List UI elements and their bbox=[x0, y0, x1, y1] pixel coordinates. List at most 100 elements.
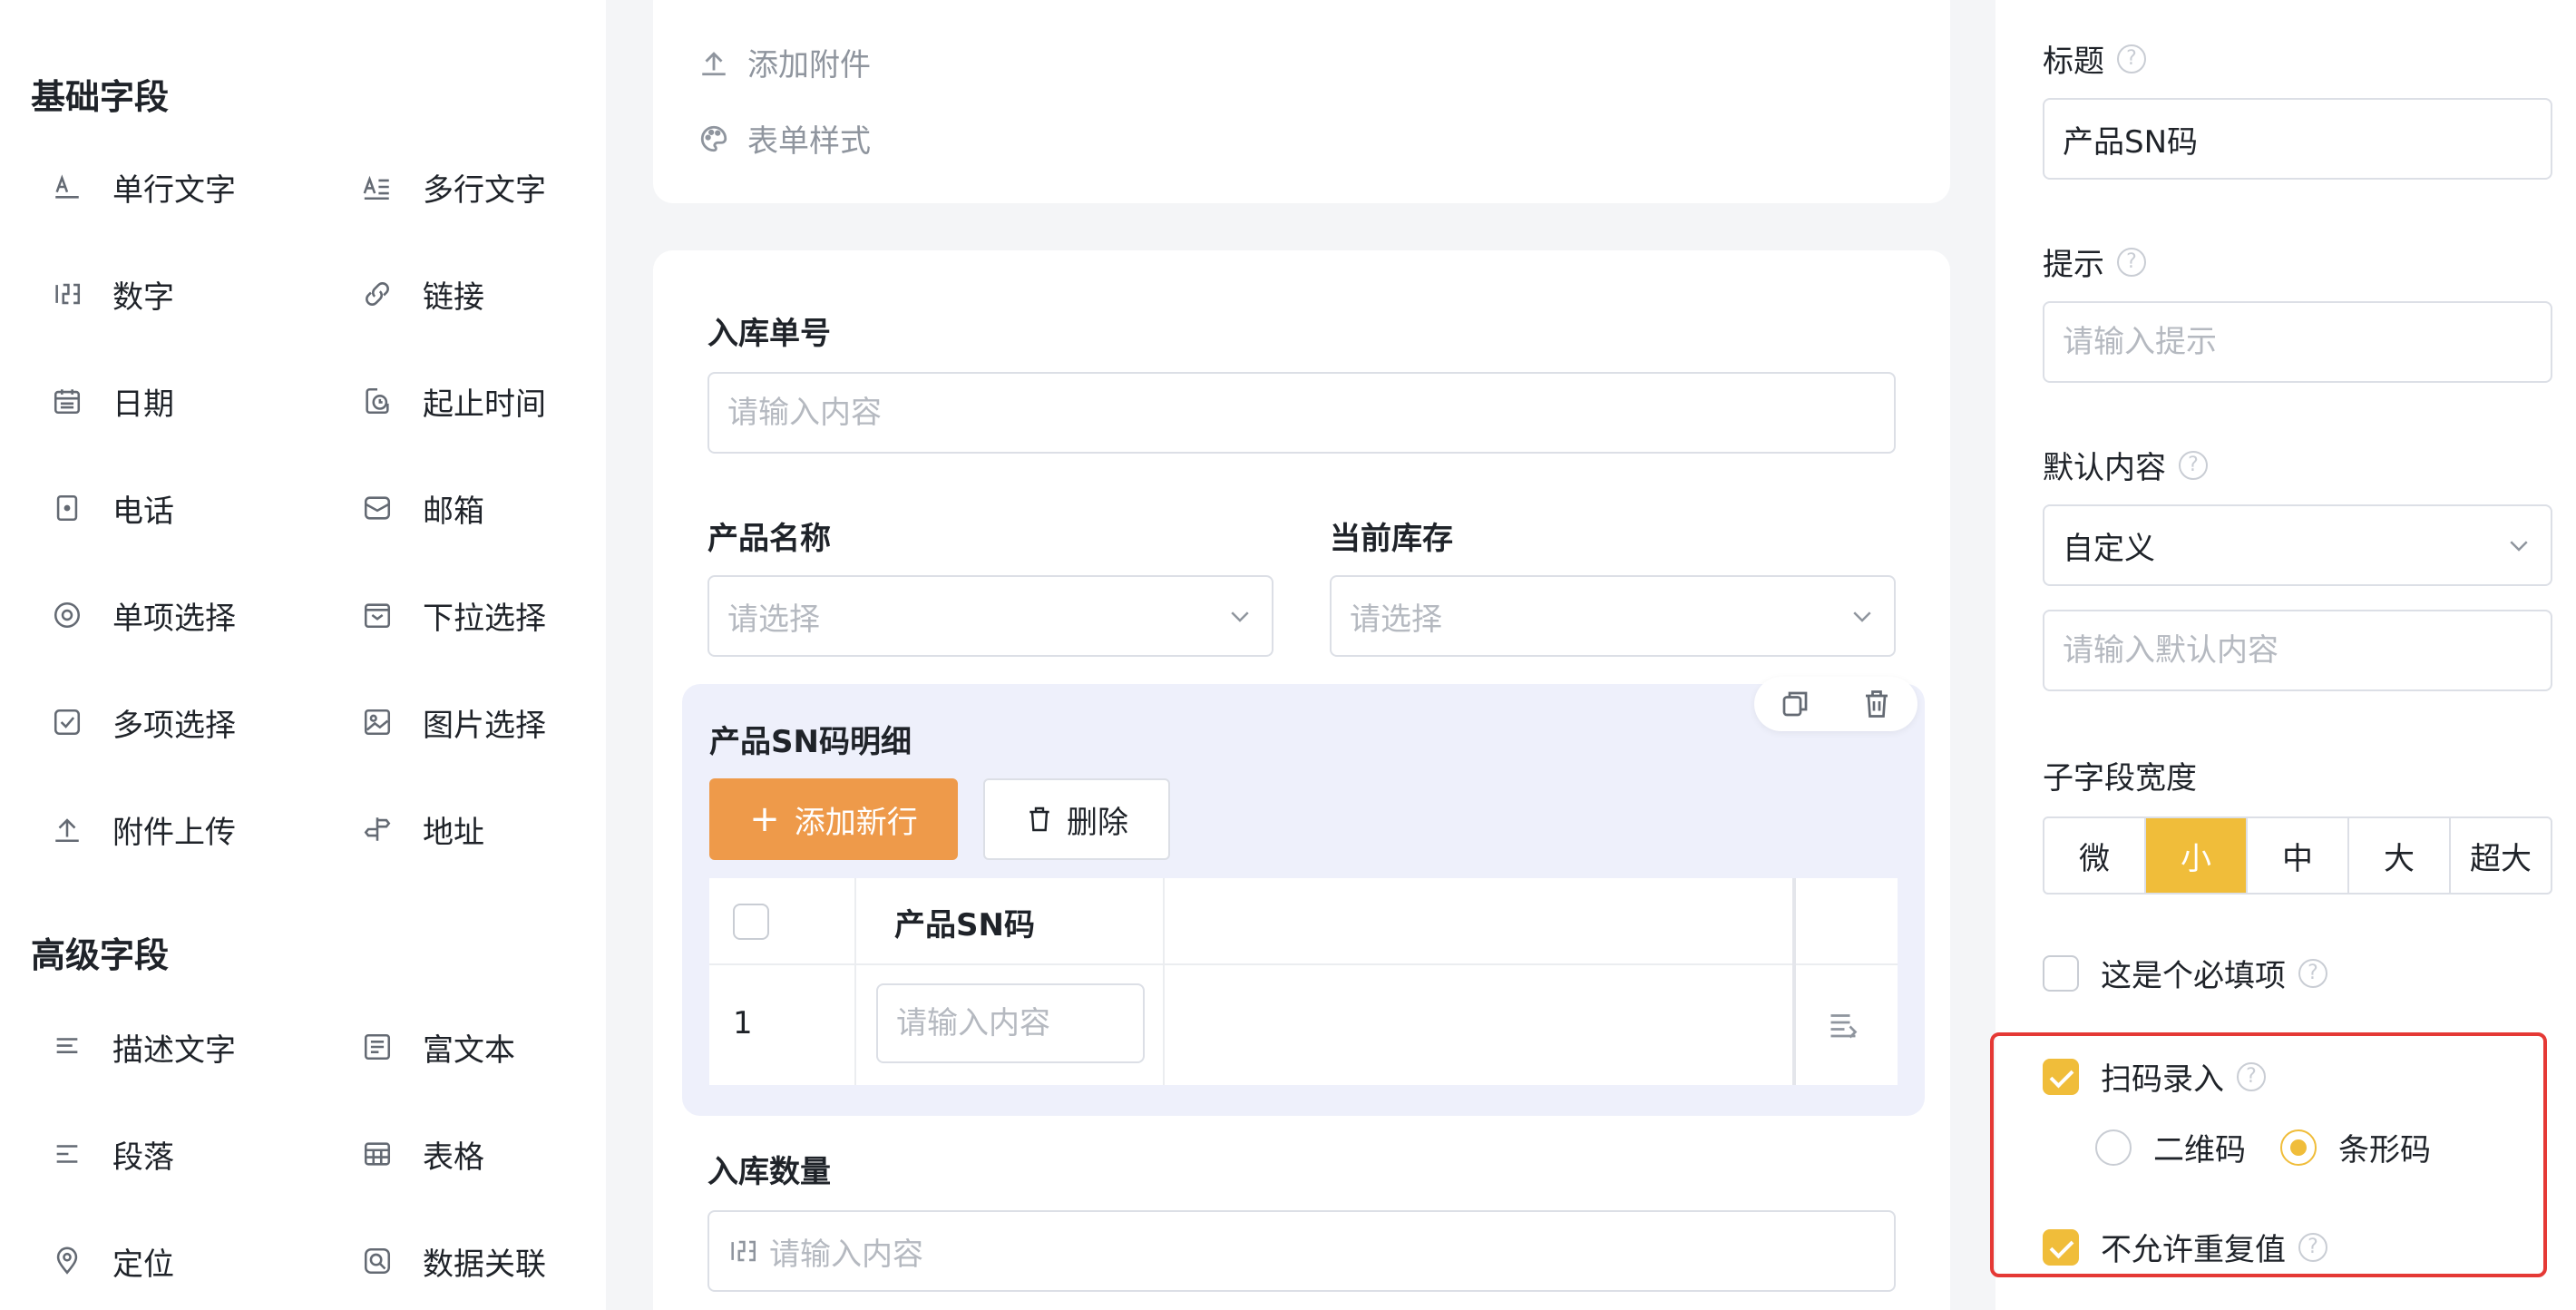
basic-fields-title: 基础字段 bbox=[31, 77, 170, 117]
field-label: 单项选择 bbox=[112, 600, 236, 637]
field-address[interactable]: 地址 bbox=[359, 802, 484, 856]
chevron-down-icon bbox=[1231, 611, 1249, 622]
select-all-checkbox[interactable] bbox=[733, 904, 769, 948]
barcode-label: 条形码 bbox=[2338, 1132, 2431, 1168]
field-single-line-text[interactable]: 单行文字 bbox=[49, 160, 236, 214]
field-label: 日期 bbox=[112, 386, 174, 423]
add-row-button[interactable]: + 添加新行 bbox=[709, 778, 958, 860]
help-icon[interactable]: ? bbox=[2298, 958, 2327, 988]
scan-type-barcode[interactable]: 条形码 bbox=[2280, 1125, 2431, 1169]
help-icon[interactable]: ? bbox=[2117, 247, 2146, 277]
no-duplicate-checkbox-row[interactable]: 不允许重复值 ? bbox=[2043, 1225, 2327, 1269]
copy-icon[interactable] bbox=[1779, 688, 1811, 720]
sn-cell-input[interactable] bbox=[876, 983, 1145, 1063]
number-icon bbox=[49, 276, 85, 312]
help-icon[interactable]: ? bbox=[2117, 44, 2146, 73]
field-date[interactable]: 日期 bbox=[49, 374, 174, 428]
form-style-button[interactable]: 表单样式 bbox=[698, 116, 871, 161]
width-option-xlarge[interactable]: 超大 bbox=[2451, 818, 2551, 893]
field-table[interactable]: 表格 bbox=[359, 1127, 484, 1181]
stock-select[interactable]: 请选择 bbox=[1330, 575, 1896, 657]
col-divider bbox=[854, 878, 856, 1085]
field-link[interactable]: 链接 bbox=[359, 267, 484, 321]
row-detail-icon[interactable] bbox=[1827, 1009, 1859, 1041]
no-duplicate-label: 不允许重复值 bbox=[2101, 1232, 2286, 1268]
default-label-text: 默认内容 bbox=[2043, 450, 2166, 486]
mail-icon bbox=[359, 490, 395, 526]
field-phone[interactable]: 电话 bbox=[49, 481, 174, 535]
title-label-text: 标题 bbox=[2043, 44, 2104, 80]
field-image-choice[interactable]: 图片选择 bbox=[359, 695, 546, 749]
subform-title: 产品SN码明细 bbox=[709, 724, 912, 760]
rich-text-icon bbox=[359, 1029, 395, 1065]
radio-icon bbox=[49, 597, 85, 633]
field-time-range[interactable]: 起止时间 bbox=[359, 374, 546, 428]
subform-sn-detail[interactable]: 产品SN码明细 + 添加新行 删除 产品SN码 1 bbox=[682, 677, 1925, 1116]
dropdown-icon bbox=[359, 597, 395, 633]
product-name-select[interactable]: 请选择 bbox=[707, 575, 1273, 657]
field-number[interactable]: 数字 bbox=[49, 267, 174, 321]
field-description[interactable]: 描述文字 bbox=[49, 1020, 236, 1074]
add-row-label: 添加新行 bbox=[794, 804, 918, 841]
data-link-icon bbox=[359, 1243, 395, 1279]
trash-icon[interactable] bbox=[1860, 688, 1893, 720]
quantity-input[interactable]: 请输入内容 bbox=[707, 1210, 1896, 1292]
width-option-small[interactable]: 小 bbox=[2146, 818, 2248, 893]
default-content-input[interactable] bbox=[2043, 610, 2552, 691]
field-single-choice[interactable]: 单项选择 bbox=[49, 588, 236, 642]
field-location[interactable]: 定位 bbox=[49, 1234, 174, 1288]
field-dropdown[interactable]: 下拉选择 bbox=[359, 588, 546, 642]
scan-checkbox[interactable] bbox=[2043, 1058, 2079, 1095]
field-multi-line-text[interactable]: 多行文字 bbox=[359, 160, 546, 214]
field-data-link[interactable]: 数据关联 bbox=[359, 1234, 546, 1288]
single-line-text-icon bbox=[49, 169, 85, 205]
field-rich-text[interactable]: 富文本 bbox=[359, 1020, 515, 1074]
field-paragraph[interactable]: 段落 bbox=[49, 1127, 174, 1181]
field-palette: 基础字段 单行文字 多行文字 数字 链接 日期 起止时间 电话 邮箱 单项选择 … bbox=[0, 0, 606, 1310]
width-segmented-control: 微 小 中 大 超大 bbox=[2043, 816, 2552, 895]
qr-radio[interactable] bbox=[2095, 1129, 2132, 1166]
time-range-icon bbox=[359, 383, 395, 419]
default-mode-value: 自定义 bbox=[2063, 530, 2155, 567]
barcode-radio[interactable] bbox=[2280, 1129, 2317, 1166]
default-prop-label: 默认内容 ? bbox=[2043, 443, 2208, 487]
field-attachment[interactable]: 附件上传 bbox=[49, 802, 236, 856]
width-option-medium[interactable]: 中 bbox=[2248, 818, 2349, 893]
required-checkbox-row[interactable]: 这是个必填项 ? bbox=[2043, 951, 2327, 995]
hint-input[interactable] bbox=[2043, 301, 2552, 383]
field-label: 链接 bbox=[423, 279, 484, 316]
width-option-large[interactable]: 大 bbox=[2349, 818, 2451, 893]
signpost-icon bbox=[359, 811, 395, 847]
column-header-sn: 产品SN码 bbox=[894, 907, 1035, 943]
title-prop-label: 标题 ? bbox=[2043, 36, 2146, 81]
required-checkbox[interactable] bbox=[2043, 954, 2079, 992]
width-option-micro[interactable]: 微 bbox=[2044, 818, 2146, 893]
title-input[interactable] bbox=[2043, 98, 2552, 180]
image-icon bbox=[359, 704, 395, 740]
quantity-label: 入库数量 bbox=[707, 1154, 831, 1190]
subform-table: 产品SN码 1 bbox=[709, 878, 1898, 1085]
help-icon[interactable]: ? bbox=[2237, 1061, 2266, 1091]
field-label: 表格 bbox=[423, 1139, 484, 1176]
field-label: 描述文字 bbox=[112, 1031, 236, 1069]
scan-type-qr[interactable]: 二维码 bbox=[2095, 1125, 2246, 1169]
inbound-no-input[interactable] bbox=[707, 372, 1896, 454]
scan-checkbox-row[interactable]: 扫码录入 ? bbox=[2043, 1054, 2266, 1099]
field-multi-choice[interactable]: 多项选择 bbox=[49, 695, 236, 749]
stock-label: 当前库存 bbox=[1330, 521, 1453, 557]
field-label: 富文本 bbox=[423, 1031, 515, 1069]
paragraph-icon bbox=[49, 1136, 85, 1172]
add-attachment-button[interactable]: 添加附件 bbox=[698, 40, 871, 84]
add-attachment-label: 添加附件 bbox=[747, 47, 871, 83]
no-duplicate-checkbox[interactable] bbox=[2043, 1228, 2079, 1266]
field-label: 下拉选择 bbox=[423, 600, 546, 637]
required-label: 这是个必填项 bbox=[2101, 958, 2286, 994]
default-mode-select[interactable]: 自定义 bbox=[2043, 504, 2552, 586]
help-icon[interactable]: ? bbox=[2179, 450, 2208, 480]
field-mail[interactable]: 邮箱 bbox=[359, 481, 484, 535]
multi-line-text-icon bbox=[359, 169, 395, 205]
fixed-col-shadow bbox=[1792, 878, 1796, 1085]
delete-rows-button[interactable]: 删除 bbox=[983, 778, 1170, 860]
help-icon[interactable]: ? bbox=[2298, 1232, 2327, 1262]
hint-prop-label: 提示 ? bbox=[2043, 240, 2146, 284]
